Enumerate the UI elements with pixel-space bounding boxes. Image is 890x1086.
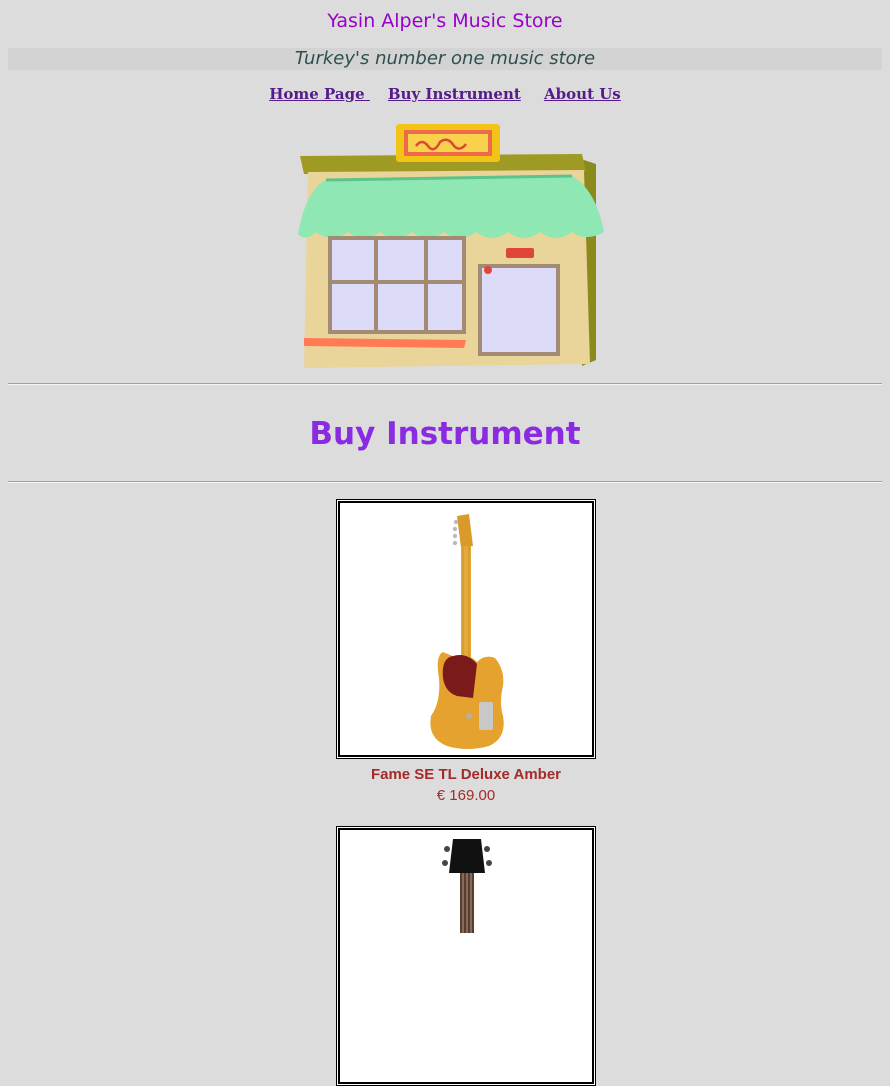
tagline-bar: Turkey's number one music store	[8, 48, 882, 70]
section-heading: Buy Instrument	[309, 416, 581, 452]
divider-bottom	[8, 481, 882, 483]
store-building-icon	[298, 124, 604, 368]
nav-link-about-us[interactable]: About Us	[544, 85, 621, 103]
site-tagline: Turkey's number one music store	[294, 48, 596, 69]
divider-top	[8, 383, 882, 385]
ukulele-icon	[442, 839, 492, 933]
product-price: € 169.00	[436, 787, 496, 804]
music-store-image	[298, 124, 604, 368]
site-title: Yasin Alper's Music Store	[327, 10, 563, 32]
product-card-image[interactable]	[336, 826, 596, 1086]
product-name[interactable]: Fame SE TL Deluxe Amber	[336, 765, 596, 785]
electric-guitar-icon	[430, 514, 504, 749]
main-nav: Home Page Buy Instrument About Us	[0, 84, 890, 104]
product-card-image[interactable]	[336, 499, 596, 759]
nav-link-home[interactable]: Home Page	[269, 85, 370, 103]
nav-link-buy-instrument[interactable]: Buy Instrument	[388, 85, 521, 103]
